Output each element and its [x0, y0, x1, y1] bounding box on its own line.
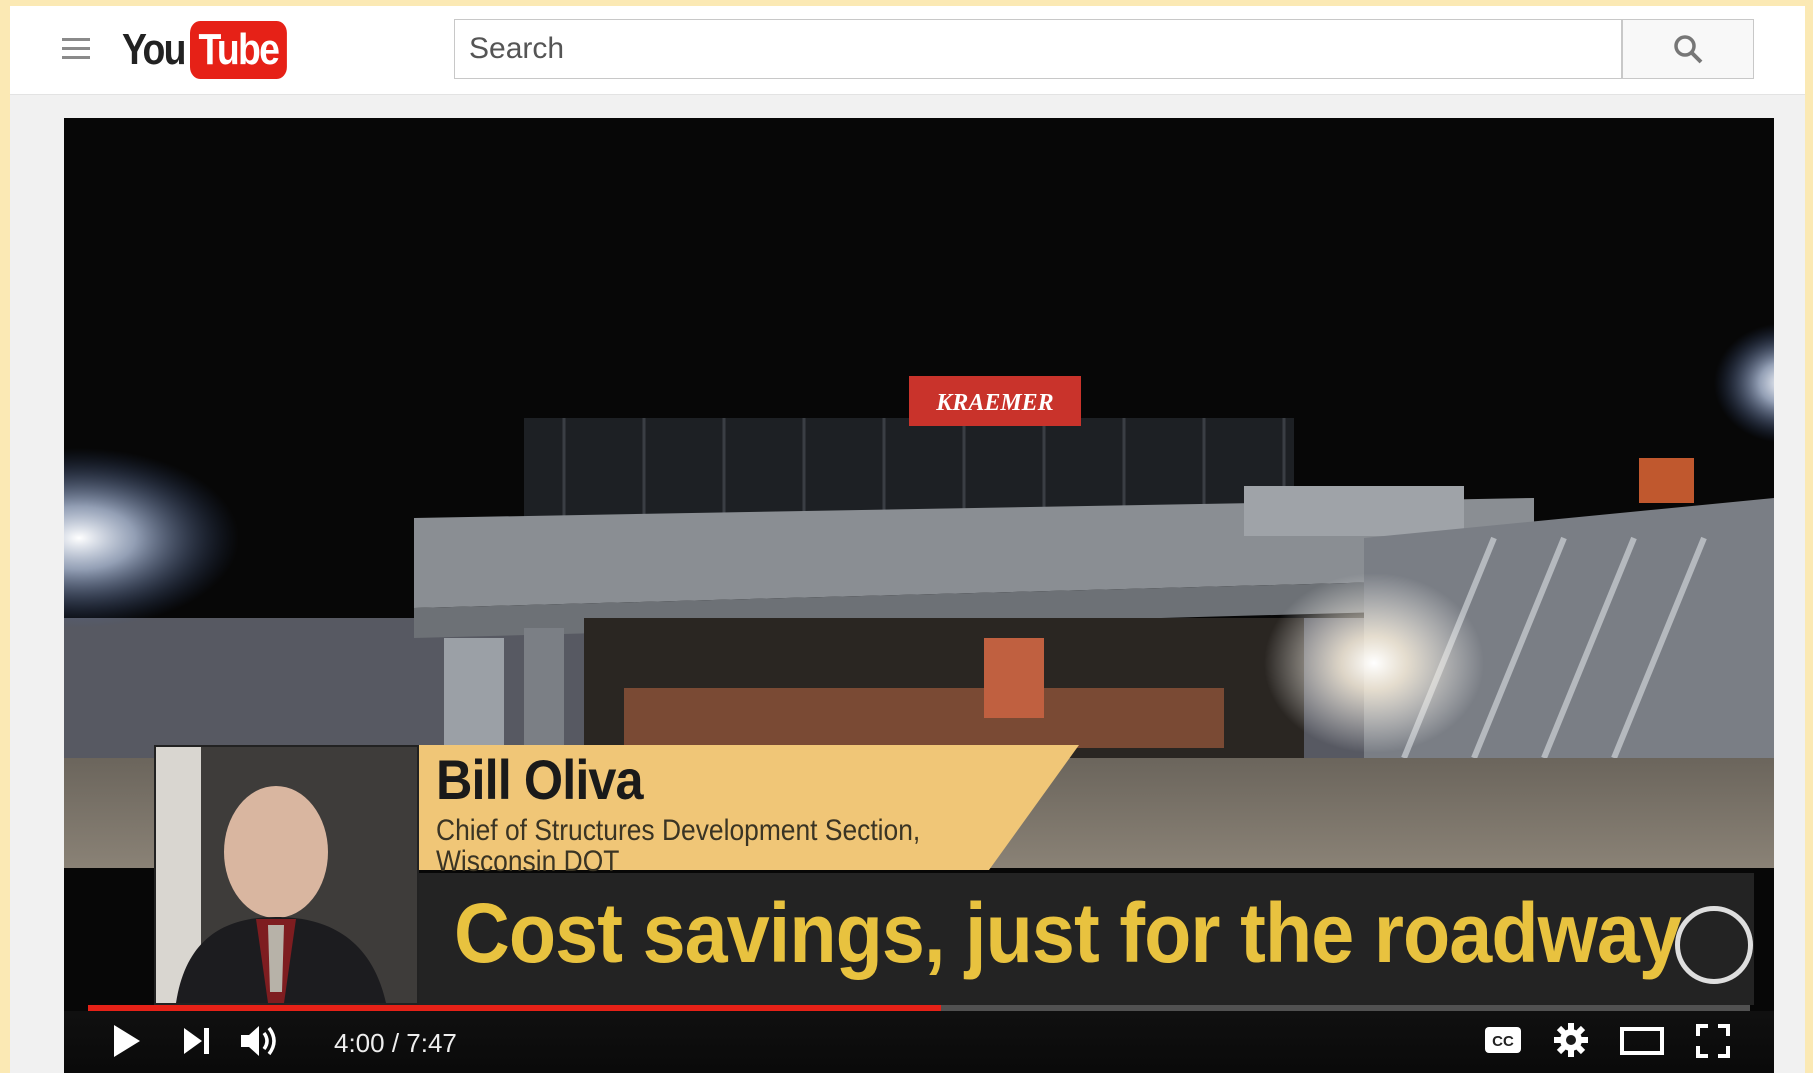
- play-icon[interactable]: [112, 1023, 142, 1059]
- settings-gear-icon[interactable]: [1554, 1023, 1588, 1057]
- video-caption: Cost savings, just for the roadway: [454, 886, 1682, 980]
- channel-watermark-icon[interactable]: [1675, 906, 1753, 984]
- fullscreen-icon[interactable]: [1696, 1024, 1730, 1058]
- speaker-portrait: [154, 745, 419, 1005]
- masthead: You Tube: [10, 6, 1805, 95]
- speaker-role: Chief of Structures Development Section,…: [436, 815, 920, 877]
- next-icon[interactable]: [182, 1026, 212, 1056]
- logo-tube-text: Tube: [189, 21, 287, 79]
- kraemer-sign-text: KRAEMER: [935, 390, 1053, 416]
- lower-third-overlay: Bill Oliva Chief of Structures Developme…: [154, 745, 1754, 1005]
- browser-viewport: You Tube Search KRAEMER Bill Oliva Chief…: [10, 6, 1805, 1073]
- speaker-role-line-1: Chief of Structures Development Section,: [436, 814, 921, 847]
- volume-icon[interactable]: [239, 1023, 283, 1059]
- hamburger-menu-icon[interactable]: [62, 38, 90, 60]
- time-display: 4:00 / 7:47: [334, 1028, 457, 1058]
- video-player[interactable]: KRAEMER Bill Oliva Chief of Structures D…: [64, 118, 1774, 1073]
- closed-captions-icon[interactable]: CC: [1484, 1026, 1522, 1054]
- speaker-name: Bill Oliva: [436, 748, 644, 811]
- search-input[interactable]: [454, 19, 1622, 79]
- logo-you-text: You: [122, 25, 186, 74]
- search-button[interactable]: [1622, 19, 1754, 79]
- player-controls: 4:00 / 7:47 CC: [64, 1011, 1774, 1073]
- search-icon: [1674, 35, 1703, 64]
- speaker-role-line-2: Wisconsin DOT: [436, 845, 620, 878]
- theater-mode-icon[interactable]: [1620, 1027, 1664, 1055]
- youtube-logo[interactable]: You Tube: [122, 20, 304, 80]
- svg-text:CC: CC: [1492, 1033, 1514, 1050]
